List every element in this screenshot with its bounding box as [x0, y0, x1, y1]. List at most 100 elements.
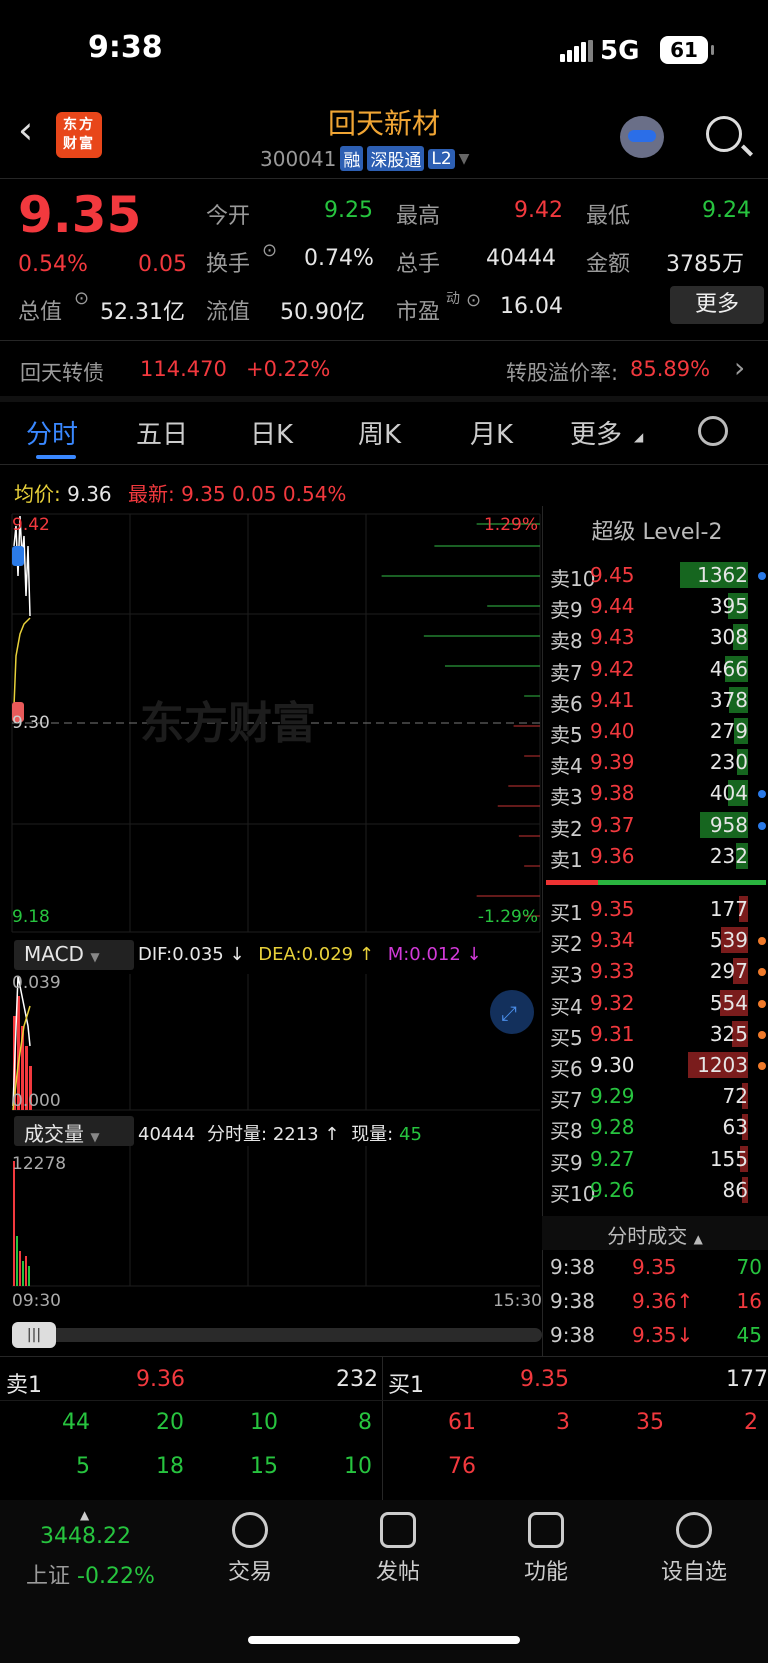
- gear-icon[interactable]: [698, 416, 728, 446]
- macd-selector[interactable]: MACD ▼: [14, 940, 134, 970]
- ask-row[interactable]: 卖7 9.42 466: [546, 654, 768, 685]
- divider: [0, 1356, 768, 1357]
- ask-row[interactable]: 卖5 9.40 279: [546, 716, 768, 747]
- spread-bar-green: [598, 880, 766, 885]
- ask-label: 卖6: [550, 691, 583, 716]
- ask-price: 9.36: [590, 843, 635, 868]
- ask-volume: 308: [709, 625, 748, 650]
- info-icon[interactable]: ⊙: [74, 288, 89, 309]
- ask-volume: 404: [709, 781, 748, 806]
- ask-row[interactable]: 卖10 9.45 1362: [546, 560, 768, 591]
- nav-trade[interactable]: 交易: [190, 1512, 310, 1586]
- ask-price: 9.45: [590, 563, 635, 587]
- tick-row: 9:38 9.36↑ 16: [546, 1286, 768, 1317]
- ask-row[interactable]: 卖2 9.37 958: [546, 810, 768, 841]
- queue-order: 10: [344, 1454, 372, 1479]
- amount-value: 3785万: [666, 252, 744, 277]
- bid-row[interactable]: 买5 9.31 325: [546, 1019, 768, 1050]
- convertible-bond-row[interactable]: 回天转债 114.470 +0.22% 转股溢价率: 85.89% ›: [0, 345, 768, 393]
- ask-label: 卖1: [550, 847, 583, 872]
- queue-order: 18: [156, 1454, 184, 1479]
- bid-volume: 155: [709, 1146, 748, 1171]
- y-max-label: 9.42: [12, 515, 50, 535]
- ticks-header[interactable]: 分时成交 ▲: [542, 1216, 768, 1250]
- ask-volume: 395: [709, 594, 748, 619]
- ask-row[interactable]: 卖8 9.43 308: [546, 622, 768, 653]
- tab-weekly-k[interactable]: 周K: [358, 414, 401, 451]
- home-indicator[interactable]: [248, 1636, 520, 1644]
- more-button[interactable]: 更多: [670, 286, 764, 324]
- tag-margin: 融: [340, 146, 364, 171]
- ask-row[interactable]: 卖3 9.38 404: [546, 778, 768, 809]
- ask-row[interactable]: 卖4 9.39 230: [546, 747, 768, 778]
- bid-volume: 63: [722, 1115, 748, 1140]
- assistant-robot-icon[interactable]: [620, 116, 664, 158]
- last-change: 0.05: [232, 482, 277, 506]
- bid-label: 买5: [550, 1025, 583, 1050]
- ask-row[interactable]: 卖9 9.44 395: [546, 591, 768, 622]
- m-arrow: ↓: [466, 944, 482, 965]
- nav-functions[interactable]: 功能: [486, 1512, 606, 1586]
- info-icon[interactable]: ⊙: [466, 290, 481, 311]
- tab-monthly-k[interactable]: 月K: [470, 414, 513, 451]
- nav-watchlist[interactable]: 设自选: [634, 1512, 754, 1586]
- queue-bid-price: 9.35: [520, 1367, 569, 1392]
- bid-row[interactable]: 买3 9.33 297: [546, 956, 768, 987]
- scroll-handle[interactable]: |||: [12, 1322, 56, 1348]
- tab-five-day[interactable]: 五日: [136, 414, 188, 451]
- queue-ask-vol: 232: [336, 1367, 378, 1392]
- marker-dot-icon: [758, 572, 766, 580]
- index-row[interactable]: 上证 -0.22%: [26, 1558, 155, 1590]
- bid-row[interactable]: 买2 9.34 539: [546, 925, 768, 956]
- ask-price: 9.38: [590, 781, 635, 806]
- bid-row[interactable]: 买9 9.27 155: [546, 1144, 768, 1175]
- edit-icon: [380, 1512, 416, 1548]
- bond-change: +0.22%: [246, 357, 331, 381]
- bid-row[interactable]: 买4 9.32 554: [546, 988, 768, 1019]
- tick-price: 9.35↓: [632, 1323, 694, 1347]
- intraday-chart[interactable]: 东方财富 9.42 9.30 9.18 1.29% -1.29% 0.039 0…: [0, 506, 544, 1326]
- bid-row[interactable]: 买10 9.26 86: [546, 1175, 768, 1206]
- bid-row[interactable]: 买6 9.30 1203: [546, 1050, 768, 1081]
- high-value: 9.42: [514, 198, 563, 223]
- tab-more[interactable]: 更多: [570, 414, 622, 451]
- stock-code-row[interactable]: 300041 融 深股通 L2 ▼: [260, 146, 469, 171]
- tick-time: 9:38: [550, 1323, 595, 1347]
- level2-title[interactable]: 超级 Level-2: [546, 514, 768, 546]
- float-label: 流值: [206, 300, 251, 325]
- open-value: 9.25: [324, 198, 373, 223]
- ask-row[interactable]: 卖6 9.41 378: [546, 685, 768, 716]
- tab-intraday[interactable]: 分时: [26, 414, 78, 451]
- index-pct: -0.22%: [77, 1564, 155, 1589]
- bid-volume: 297: [709, 959, 748, 984]
- ask-volume: 378: [709, 687, 748, 712]
- search-icon[interactable]: [706, 116, 742, 152]
- macd-dea: DEA:0.029: [258, 944, 354, 965]
- volume-selector[interactable]: 成交量 ▼: [14, 1116, 134, 1146]
- queue-bid-vol: 177: [726, 1367, 768, 1392]
- nav-post[interactable]: 发帖: [338, 1512, 458, 1586]
- index-value[interactable]: 3448.22: [40, 1524, 131, 1549]
- bid-price: 9.27: [590, 1146, 635, 1171]
- bid-price: 9.33: [590, 959, 635, 984]
- yen-icon: [232, 1512, 268, 1548]
- pe-label: 市盈: [396, 300, 441, 325]
- tick-volume: 45: [736, 1323, 762, 1347]
- tab-daily-k[interactable]: 日K: [250, 414, 293, 451]
- ask-row[interactable]: 卖1 9.36 232: [546, 841, 768, 872]
- divider: [0, 396, 768, 402]
- time-scrollbar[interactable]: [12, 1328, 542, 1342]
- avg-line: [13, 617, 31, 707]
- vol-fen-label: 分时量:: [207, 1124, 268, 1145]
- caret-up-icon: ▲: [693, 1232, 703, 1246]
- bid-label: 买10: [550, 1181, 596, 1206]
- info-icon[interactable]: ⊙: [262, 240, 277, 261]
- sell-marker-icon[interactable]: [12, 546, 24, 566]
- bid-row[interactable]: 买1 9.35 177: [546, 894, 768, 925]
- bid-row[interactable]: 买7 9.29 72: [546, 1081, 768, 1112]
- bid-row[interactable]: 买8 9.28 63: [546, 1112, 768, 1143]
- caret-icon: ▼: [90, 1130, 100, 1144]
- ask-price: 9.39: [590, 750, 635, 775]
- bid-label: 买3: [550, 963, 583, 988]
- last-value: 9.35: [181, 482, 226, 506]
